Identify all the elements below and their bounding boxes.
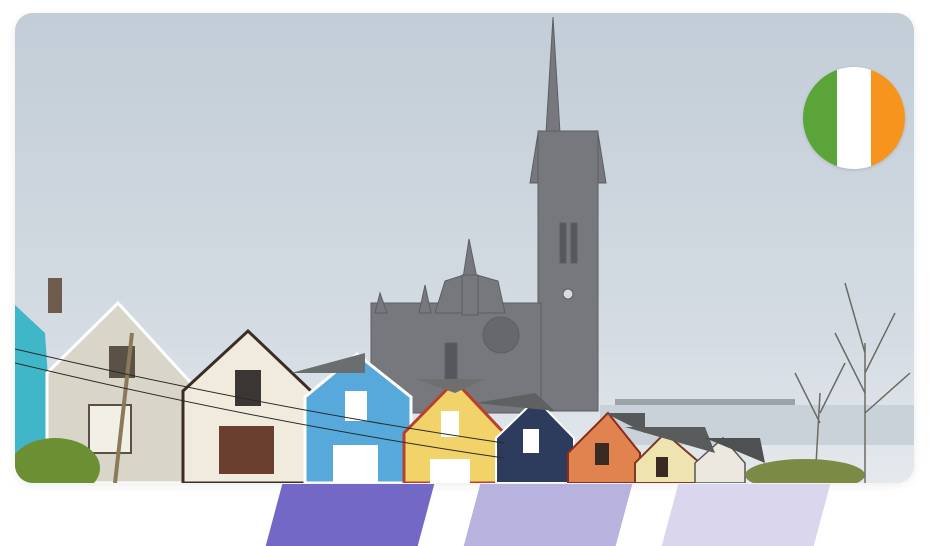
photo-card (15, 13, 914, 483)
ireland-flag-icon (803, 67, 905, 169)
town-photo (15, 13, 914, 483)
carousel-pager (0, 484, 930, 546)
pager-segment-2[interactable] (463, 484, 633, 546)
flag-stripe-white (837, 67, 871, 169)
pager-segment-1[interactable] (265, 484, 435, 546)
pager-segment-3[interactable] (661, 484, 831, 546)
